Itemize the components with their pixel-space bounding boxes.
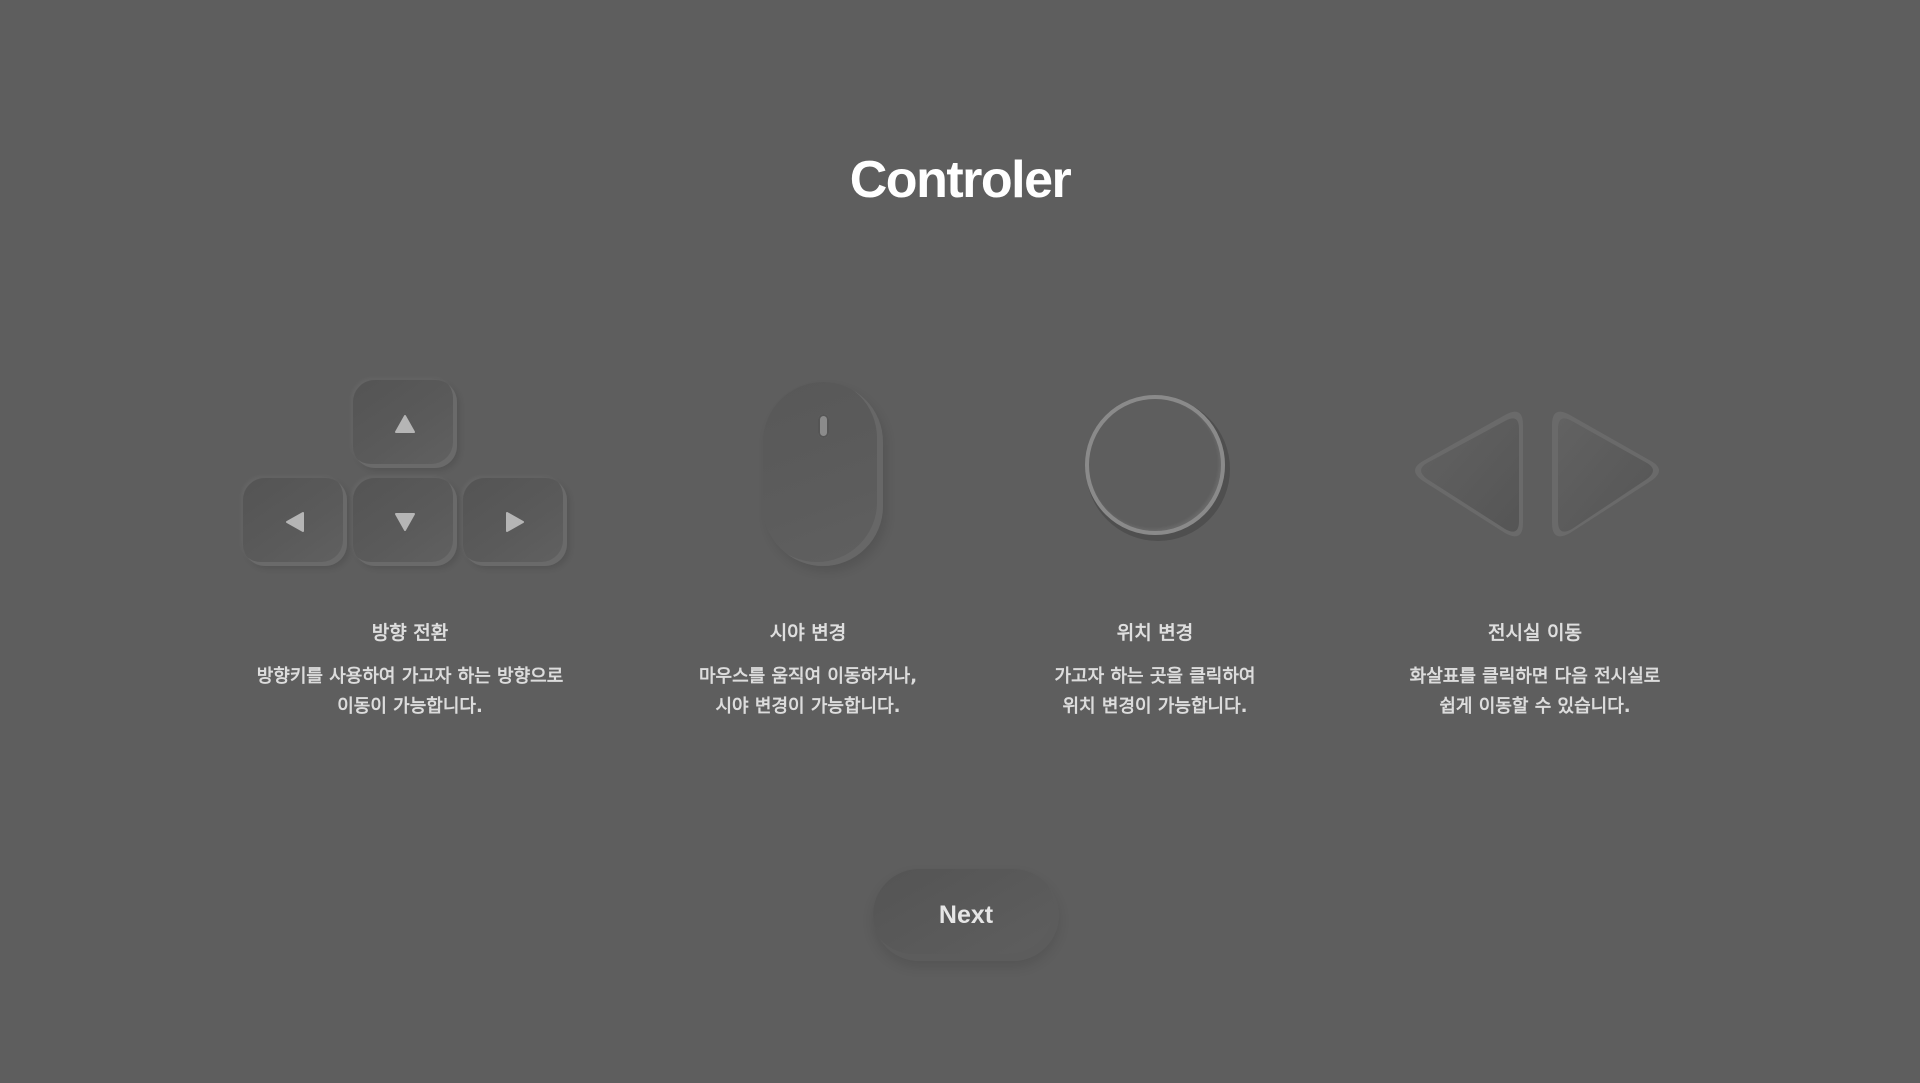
card-description: 방향키를 사용하여 가고자 하는 방향으로 이동이 가능합니다. xyxy=(256,666,564,717)
down-key-icon xyxy=(353,478,457,566)
card-direction: 방향 전환 방향키를 사용하여 가고자 하는 방향으로 이동이 가능합니다. xyxy=(190,370,630,722)
card-title: 전시실 이동 xyxy=(1487,622,1582,644)
card-position: 위치 변경 가고자 하는 곳을 클릭하여 위치 변경이 가능합니다. xyxy=(935,370,1375,722)
page-title: Controler xyxy=(849,151,1072,209)
left-right-arrows-icon xyxy=(1415,411,1659,537)
up-key-icon xyxy=(353,380,457,468)
circle-icon xyxy=(1085,395,1225,535)
card-title: 위치 변경 xyxy=(1116,622,1194,644)
arrow-keys-icon xyxy=(190,370,630,580)
card-description: 화살표를 클릭하면 다음 전시실로 쉽게 이동할 수 있습니다. xyxy=(1409,666,1661,717)
mouse-icon xyxy=(763,382,883,566)
card-room-move: 전시실 이동 화살표를 클릭하면 다음 전시실로 쉽게 이동할 수 있습니다. xyxy=(1315,370,1755,722)
right-key-icon xyxy=(463,478,567,566)
left-key-icon xyxy=(243,478,347,566)
card-description: 가고자 하는 곳을 클릭하여 위치 변경이 가능합니다. xyxy=(1054,666,1256,717)
next-button[interactable]: Next xyxy=(873,869,1059,961)
card-title: 방향 전환 xyxy=(371,622,449,644)
mouse-wheel-icon xyxy=(818,414,829,438)
